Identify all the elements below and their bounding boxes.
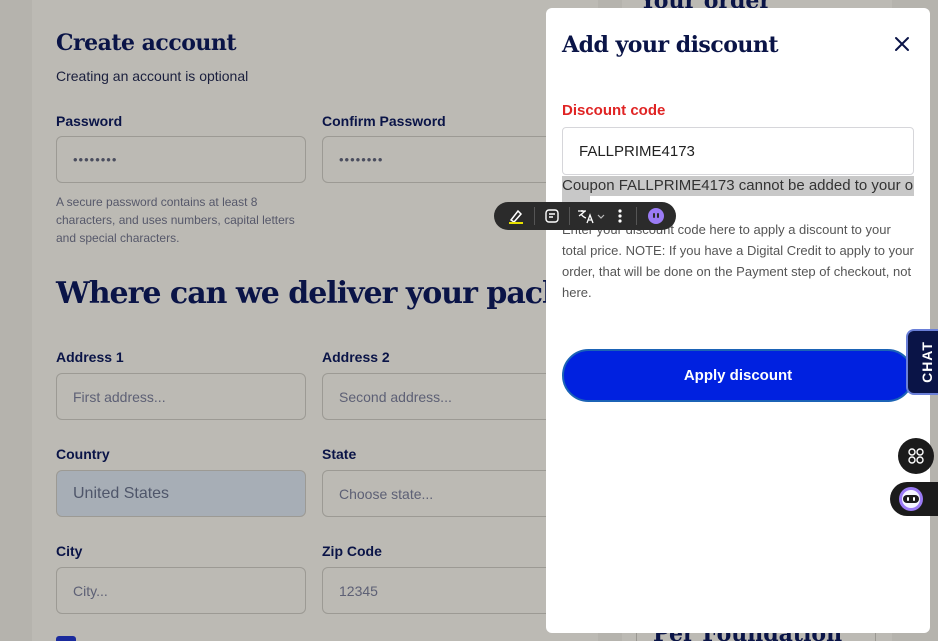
bot-icon — [899, 487, 923, 511]
translate-icon — [578, 210, 605, 224]
highlighter-icon — [509, 209, 523, 224]
country-label: Country — [56, 446, 110, 462]
address2-input[interactable]: Second address... — [322, 373, 572, 420]
coupon-error-message: Coupon FALLPRIME4173 cannot be added to … — [562, 176, 914, 196]
apps-button[interactable] — [898, 438, 934, 474]
toolbar-divider — [534, 207, 535, 225]
checkout-form-panel — [32, 0, 598, 641]
address1-input[interactable]: First address... — [56, 373, 306, 420]
assistant-button[interactable] — [641, 202, 671, 230]
modal-title: Add your discount — [562, 32, 779, 58]
checkbox[interactable] — [56, 636, 76, 641]
confirm-password-label: Confirm Password — [322, 113, 446, 129]
zip-label: Zip Code — [322, 543, 382, 559]
address1-label: Address 1 — [56, 349, 124, 365]
state-label: State — [322, 446, 357, 462]
zip-input[interactable]: 12345 — [322, 567, 572, 614]
translate-button[interactable] — [574, 202, 608, 230]
close-icon — [895, 37, 909, 51]
city-label: City — [56, 543, 83, 559]
highlight-button[interactable] — [502, 202, 530, 230]
assistant-icon — [648, 208, 664, 224]
bot-button[interactable] — [890, 482, 938, 516]
close-button[interactable] — [890, 32, 914, 56]
address2-label: Address 2 — [322, 349, 390, 365]
discount-code-input[interactable] — [562, 127, 914, 175]
apply-discount-button[interactable]: Apply discount — [562, 349, 914, 402]
more-options-button[interactable] — [608, 202, 632, 230]
notes-button[interactable] — [539, 202, 565, 230]
chat-tab-label: CHAT — [919, 341, 935, 383]
create-account-subtitle: Creating an account is optional — [56, 68, 249, 84]
discount-code-label: Discount code — [562, 102, 666, 119]
chat-tab[interactable]: CHAT — [906, 329, 938, 395]
password-label: Password — [56, 113, 123, 129]
toolbar-divider — [569, 207, 570, 225]
city-input[interactable]: City... — [56, 567, 306, 614]
discount-modal: Add your discount Discount code Coupon F… — [546, 8, 930, 633]
notes-icon — [545, 209, 559, 223]
confirm-password-field[interactable]: •••••••• — [322, 136, 572, 183]
selection-toolbar — [494, 202, 676, 230]
password-field[interactable]: •••••••• — [56, 136, 306, 183]
password-hint: A secure password contains at least 8 ch… — [56, 195, 295, 245]
state-select[interactable]: Choose state... — [322, 470, 572, 517]
more-vertical-icon — [618, 209, 622, 223]
create-account-heading: Create account — [56, 30, 237, 56]
apps-grid-icon — [908, 448, 924, 464]
country-select[interactable]: United States — [56, 470, 306, 517]
toolbar-divider — [636, 207, 637, 225]
discount-description: Enter your discount code here to apply a… — [562, 222, 914, 300]
